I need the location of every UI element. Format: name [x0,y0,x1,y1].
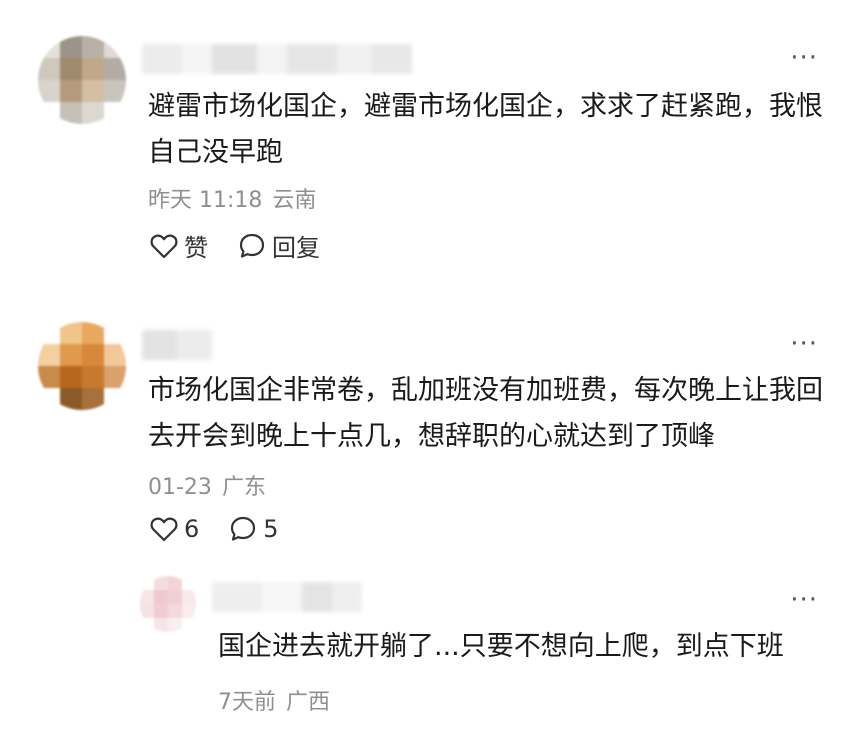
comment-time: 昨天 11:18 [148,188,263,213]
comment-text: 市场化国企非常卷，乱加班没有加班费，每次晚上让我回去开会到晚上十点几，想辞职的心… [148,375,823,452]
avatar[interactable] [140,576,196,632]
comment-meta: 01-23 广东 [148,469,266,501]
avatar[interactable] [38,322,126,410]
comment-location: 云南 [272,188,317,213]
username[interactable] [142,330,212,360]
comment-actions: 赞 回复 [150,228,320,263]
heart-icon [150,234,178,258]
avatar[interactable] [38,36,126,124]
reply-text: 国企进去就开躺了...只要不想向上爬，到点下班 [218,631,784,662]
reply-meta: 7天前 广西 [218,684,330,716]
like-label: 赞 [184,234,208,262]
comment-meta: 昨天 11:18 云南 [148,182,316,214]
more-icon[interactable]: ··· [790,45,818,71]
username[interactable] [142,44,412,74]
more-icon[interactable]: ··· [790,331,818,357]
like-count: 6 [184,515,200,543]
like-button[interactable]: 赞 [150,228,208,263]
username[interactable] [212,582,362,612]
reply-time: 7天前 [218,690,276,715]
comment-text: 避雷市场化国企，避雷市场化国企，求求了赶紧跑，我恨自己没早跑 [148,91,823,168]
comment-bubble-icon [231,516,256,541]
comment-actions: 6 5 [150,515,279,543]
heart-icon [150,517,178,542]
comment-bubble-icon [239,233,265,258]
more-icon[interactable]: ··· [790,587,818,613]
reply-button[interactable]: 5 [229,515,279,543]
like-button[interactable]: 6 [150,515,199,543]
reply-location: 广西 [286,690,331,715]
comment-time: 01-23 [148,475,212,500]
comment-location: 广东 [221,475,266,500]
reply-label: 回复 [272,234,320,262]
reply-count: 5 [263,515,279,543]
reply-button[interactable]: 回复 [238,228,320,263]
